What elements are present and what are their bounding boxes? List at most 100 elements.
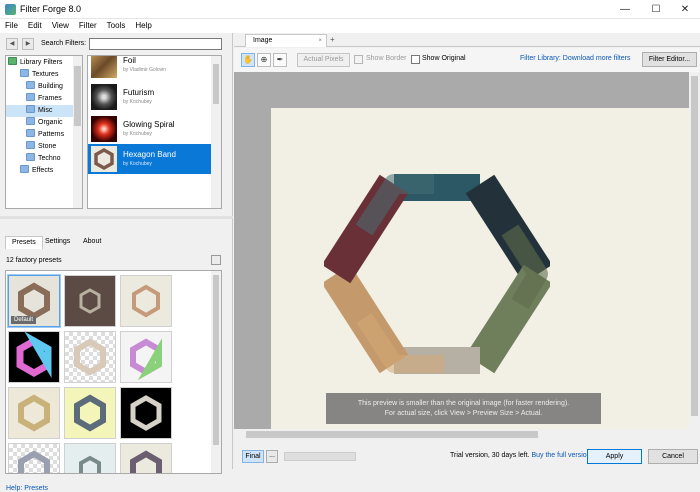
filter-name: Futurism [123,88,155,97]
tree-item-stone[interactable]: Stone [26,141,56,153]
scroll-thumb[interactable] [74,66,81,126]
preset-thumbnail[interactable] [120,387,172,439]
tree-item-patterns[interactable]: Patterns [26,129,64,141]
forward-button[interactable]: ▶ [22,38,34,50]
filter-library-link[interactable]: Filter Library: Download more filters [520,55,630,62]
preview-horizontal-scrollbar[interactable] [234,429,689,440]
render-options-button[interactable]: ... [266,450,278,463]
filter-thumbnail [91,84,117,110]
maximize-button[interactable]: ☐ [641,0,671,19]
minimize-button[interactable]: — [610,0,640,19]
title-bar: Filter Forge 8.0 — ☐ ✕ [0,0,700,19]
show-original-checkbox[interactable] [411,55,420,64]
preset-options-button[interactable] [211,255,221,265]
preset-thumbnail[interactable] [120,331,172,383]
preset-thumbnail[interactable] [8,387,60,439]
preset-thumbnail[interactable] [120,443,172,473]
tree-item-techno[interactable]: Techno [26,153,61,165]
document-tabs: Image × + [234,33,700,47]
final-render-button[interactable]: Final [242,450,264,463]
preset-thumbnail[interactable] [120,275,172,327]
preset-icon [130,395,162,431]
filter-editor-button[interactable]: Filter Editor... [642,52,697,67]
show-border-label: Show Border [366,55,407,62]
tab-image[interactable]: Image × [245,34,327,47]
window-title: Filter Forge 8.0 [20,4,82,14]
preset-icon [18,450,50,473]
menu-edit[interactable]: Edit [23,19,47,32]
tree-item-building[interactable]: Building [26,81,63,93]
preset-grid: Default [5,270,222,474]
preview-vertical-scrollbar[interactable] [689,72,700,429]
preset-icon [74,338,106,376]
tree-item-label: Frames [38,95,62,102]
menu-help[interactable]: Help [130,19,156,32]
menu-filter[interactable]: Filter [74,19,102,32]
preset-icon [130,450,162,473]
preset-scrollbar[interactable] [211,271,221,473]
preview-canvas[interactable]: This preview is smaller than the origina… [234,72,689,429]
tree-item-label: Misc [38,107,53,114]
eyedropper-icon[interactable]: ✒ [273,53,287,67]
scroll-thumb[interactable] [213,64,219,104]
tree-item-effects[interactable]: Effects [20,165,53,177]
filter-list: Foil by Vladimir Golovin Futurism by Koc… [87,55,222,209]
scroll-thumb[interactable] [691,76,698,416]
add-tab-icon[interactable]: + [330,35,335,44]
tab-presets[interactable]: Presets [5,236,43,249]
preset-thumbnail[interactable] [64,275,116,327]
scroll-thumb[interactable] [246,431,538,438]
buy-link[interactable]: Buy the full version! [531,452,592,459]
tree-item-misc[interactable]: Misc [6,105,74,117]
filter-item-hexagon-band[interactable]: Hexagon Band by Kochubey [88,144,213,174]
pane-splitter[interactable] [0,216,233,219]
tab-image-label: Image [253,37,273,44]
zoom-tool-icon[interactable]: ⊕ [257,53,271,67]
apply-button[interactable]: Apply [587,449,642,464]
notice-line-1: This preview is smaller than the origina… [357,400,570,407]
menu-tools[interactable]: Tools [102,19,131,32]
tab-about[interactable]: About [77,236,107,249]
preset-icon [74,394,106,432]
show-border-checkbox[interactable] [354,55,363,64]
filter-item-futurism[interactable]: Futurism by Kochubey [88,82,213,112]
actual-pixels-button[interactable]: Actual Pixels [297,53,350,67]
folder-icon [26,105,35,113]
render-progress-bar [284,452,356,461]
hand-tool-icon[interactable]: ✋ [241,53,255,67]
tree-item-label: Patterns [38,131,65,138]
folder-icon [26,141,35,149]
preset-thumbnail[interactable] [64,443,116,473]
menu-file[interactable]: File [0,19,23,32]
preset-thumbnail[interactable] [64,331,116,383]
tree-item-label: Techno [38,155,61,162]
filter-item-glowing-spiral[interactable]: Glowing Spiral by Kochubey [88,114,213,144]
back-button[interactable]: ◀ [6,38,18,50]
preset-thumbnail[interactable]: Default [8,275,60,327]
preset-thumbnail[interactable] [64,387,116,439]
category-tree: Library Filters Textures Building Frames… [5,55,83,209]
filter-list-scrollbar[interactable] [211,56,221,208]
tab-settings[interactable]: Settings [39,236,76,249]
tree-item-frames[interactable]: Frames [26,93,62,105]
tree-item-label: Building [38,83,63,90]
notice-line-2: For actual size, click View > Preview Si… [384,410,543,417]
search-input[interactable] [89,38,222,50]
tree-item-organic[interactable]: Organic [26,117,63,129]
menu-view[interactable]: View [47,19,74,32]
close-tab-icon[interactable]: × [318,35,322,47]
tree-item-label: Stone [38,143,57,150]
preview-toolbar: ✋ ⊕ ✒ Actual Pixels Show Border Show Ori… [234,48,700,72]
help-link[interactable]: Help: Presets [6,485,48,492]
filter-item-foil[interactable]: Foil by Vladimir Golovin [88,56,213,80]
tree-root[interactable]: Library Filters [8,57,62,69]
tree-scrollbar[interactable] [73,56,82,208]
filter-author: by Kochubey [123,99,152,105]
close-button[interactable]: ✕ [670,0,700,19]
tree-item-textures[interactable]: Textures [20,69,58,81]
preset-thumbnail[interactable] [8,443,60,473]
scroll-thumb[interactable] [213,275,219,445]
folder-icon [26,93,35,101]
cancel-button[interactable]: Cancel [648,449,698,464]
preset-thumbnail[interactable] [8,331,60,383]
